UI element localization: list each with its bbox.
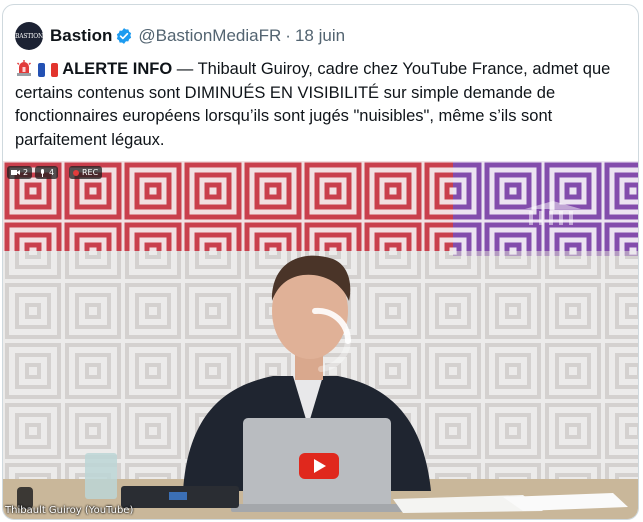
- french-flag-icon: [37, 63, 58, 77]
- user-handle[interactable]: @BastionMediaFR: [138, 26, 281, 46]
- rec-icon: [73, 169, 79, 176]
- separator-dot: ·: [285, 26, 291, 45]
- rec-label: REC: [82, 168, 99, 177]
- verified-badge-icon: [117, 28, 132, 44]
- mic-count-badge: 4: [35, 166, 59, 179]
- camera-count: 2: [23, 168, 29, 177]
- tweet-header: BASTION Bastion @BastionMediaFR · 18 jui…: [15, 21, 345, 51]
- siren-icon: [17, 60, 31, 76]
- mic-icon: [41, 168, 44, 177]
- rec-badge: REC: [69, 166, 103, 179]
- tweet-card[interactable]: BASTION Bastion @BastionMediaFR · 18 jui…: [2, 4, 639, 520]
- video-player[interactable]: 2 4 REC Thibault Guiroy (YouTube): [3, 161, 638, 519]
- video-frame: [3, 161, 638, 519]
- tweet-date[interactable]: 18 juin: [295, 26, 345, 46]
- camera-icon: [11, 170, 20, 175]
- tweet-text: ALERTE INFO — Thibault Guiroy, cadre che…: [15, 58, 627, 152]
- mic-count: 4: [49, 168, 55, 177]
- camera-count-badge: 2: [7, 166, 33, 179]
- video-caption: Thibault Guiroy (YouTube): [5, 505, 134, 516]
- display-name[interactable]: Bastion: [50, 26, 112, 46]
- avatar[interactable]: BASTION: [15, 22, 43, 50]
- alert-label: ALERTE INFO: [62, 60, 173, 78]
